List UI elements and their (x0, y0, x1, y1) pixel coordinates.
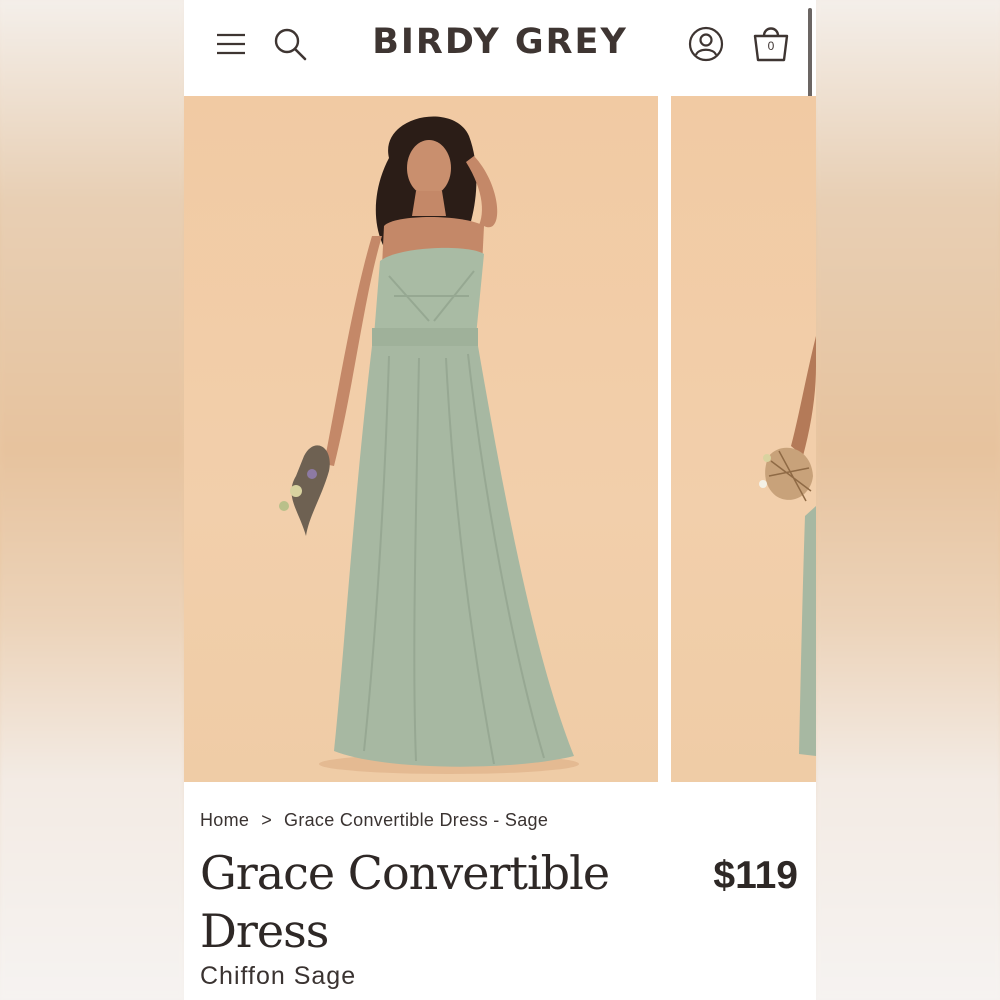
model-next-image (759, 336, 816, 756)
product-info: Home > Grace Convertible Dress - Sage Grac… (184, 782, 816, 1000)
account-icon[interactable] (687, 25, 725, 63)
breadcrumb: Home > Grace Convertible Dress - Sage (200, 810, 548, 831)
breadcrumb-separator: > (261, 810, 273, 830)
phone-screen: BIRDY GREY 0 Home > Grace Convertible Dr… (184, 0, 816, 1000)
site-header: BIRDY GREY 0 (184, 0, 816, 96)
product-subtitle: Chiffon Sage (200, 962, 357, 990)
breadcrumb-current: Grace Convertible Dress - Sage (284, 810, 549, 830)
shopping-bag-icon[interactable]: 0 (750, 22, 792, 64)
right-backdrop (816, 0, 1000, 1000)
breadcrumb-home-link[interactable]: Home (200, 810, 249, 831)
model-in-dress-image (279, 116, 579, 774)
product-image-next[interactable] (671, 96, 816, 782)
product-image-main[interactable] (184, 96, 658, 782)
product-title: Grace Convertible Dress (200, 846, 610, 958)
cart-count: 0 (767, 39, 775, 53)
product-price: $119 (713, 854, 798, 897)
product-image-gallery[interactable] (184, 96, 816, 782)
left-backdrop (0, 0, 184, 1000)
